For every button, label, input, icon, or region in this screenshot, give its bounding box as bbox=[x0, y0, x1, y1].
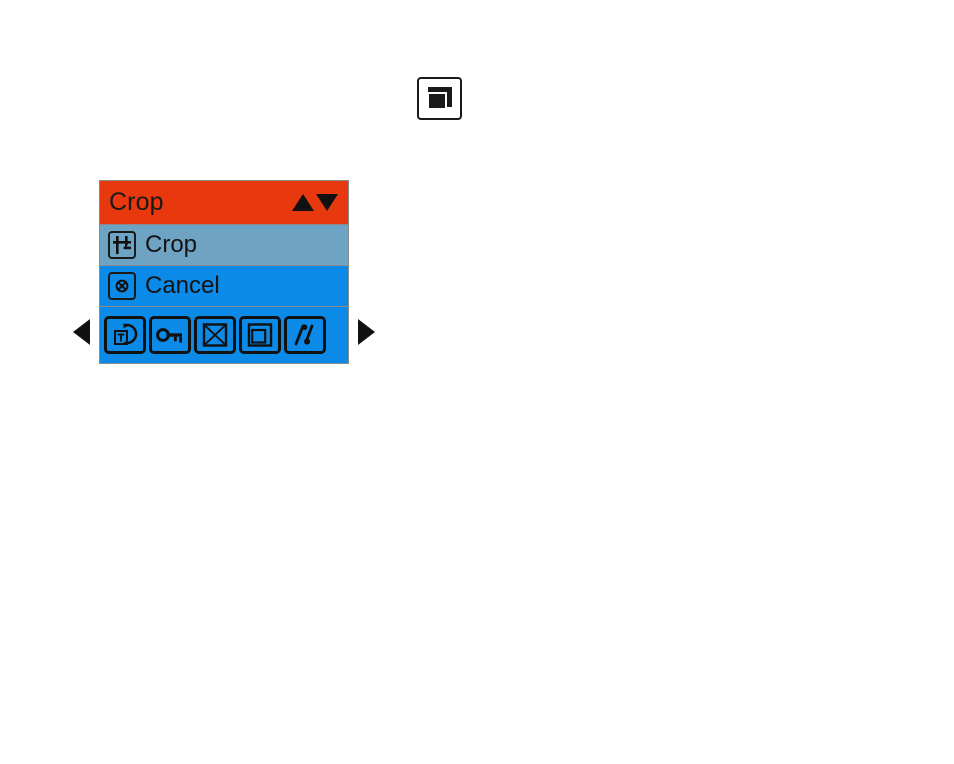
panel-header: Crop bbox=[100, 181, 348, 225]
crop-window-tool[interactable] bbox=[239, 316, 281, 354]
triangle-up-icon[interactable] bbox=[292, 194, 314, 211]
text-rotate-icon bbox=[112, 322, 138, 348]
key-tool[interactable] bbox=[149, 316, 191, 354]
circle-x-icon bbox=[108, 272, 136, 300]
page-title: Crop bbox=[109, 188, 164, 216]
signature-tool[interactable] bbox=[284, 316, 326, 354]
triangle-left-icon[interactable] bbox=[73, 319, 90, 345]
menu-item-crop[interactable]: Crop bbox=[100, 225, 348, 266]
crossed-box-icon bbox=[202, 323, 228, 347]
signature-notes-icon bbox=[292, 323, 318, 347]
crop-window-icon bbox=[425, 85, 455, 113]
key-icon bbox=[156, 324, 184, 346]
triangle-right-icon[interactable] bbox=[358, 319, 375, 345]
crop-tool-button[interactable] bbox=[417, 77, 462, 120]
crop-marks-icon bbox=[108, 231, 136, 259]
menu-item-cancel[interactable]: Cancel bbox=[100, 266, 348, 307]
text-rotate-tool[interactable] bbox=[104, 316, 146, 354]
panel-scroll-indicators bbox=[292, 194, 342, 211]
device-menu-panel: Crop Crop Cancel bbox=[99, 180, 349, 364]
crop-window-icon bbox=[247, 323, 273, 347]
menu-item-label: Cancel bbox=[145, 272, 220, 299]
crossed-box-tool[interactable] bbox=[194, 316, 236, 354]
panel-toolbar bbox=[100, 307, 348, 363]
triangle-down-icon[interactable] bbox=[316, 194, 338, 211]
menu-item-label: Crop bbox=[145, 231, 198, 258]
